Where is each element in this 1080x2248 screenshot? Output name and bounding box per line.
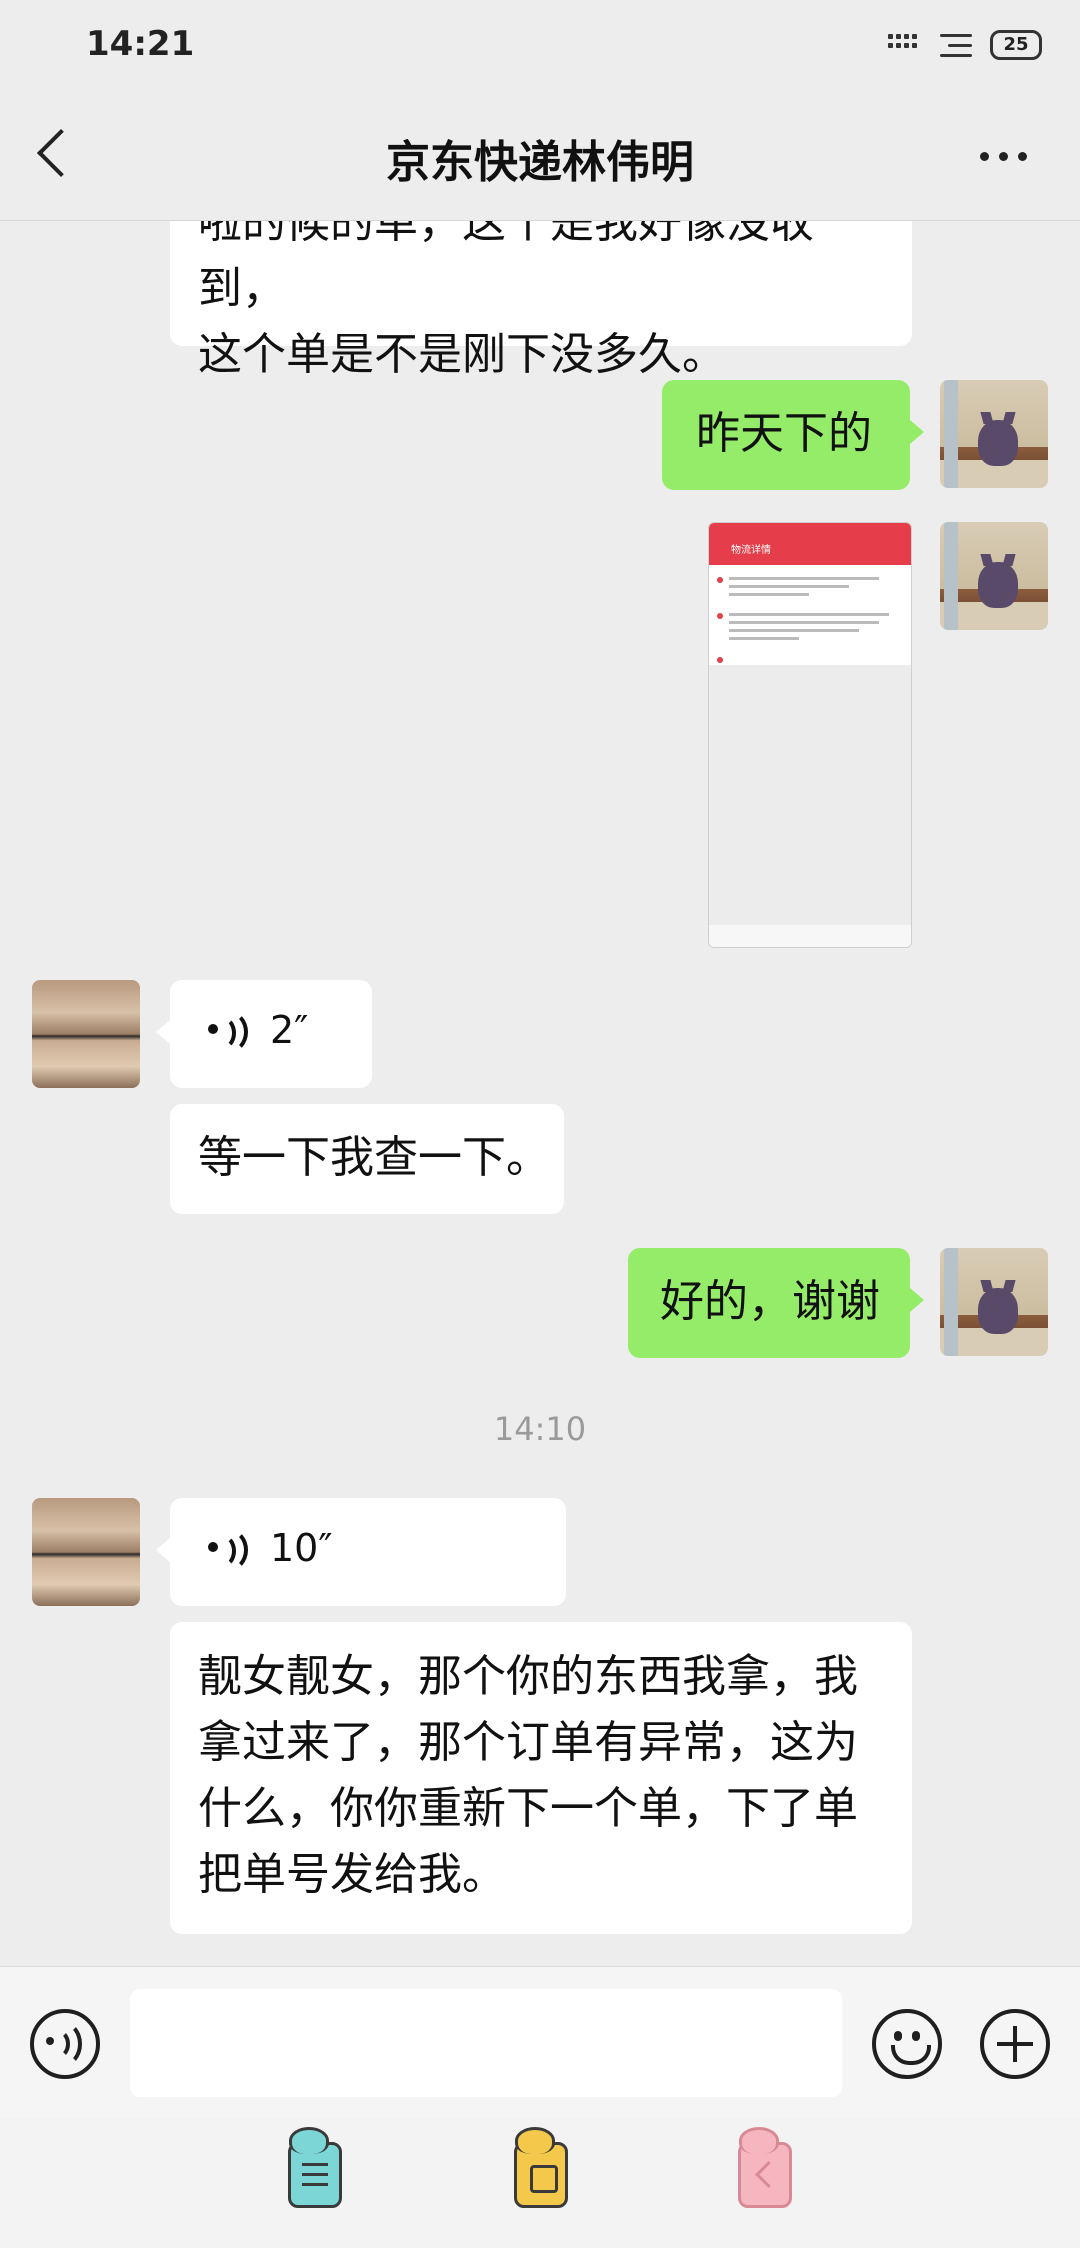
contact-avatar[interactable] [32, 980, 140, 1088]
message-bubble[interactable]: 啦的候的单，这个是我好像没收到， 这个单是不是刚下没多久。 [170, 220, 912, 380]
message-text-line: 把单号发给我。 [198, 1849, 506, 1900]
system-navigation-bar [0, 2118, 1080, 2248]
voice-duration: 10″ [270, 1526, 333, 1570]
voice-message-bubble[interactable]: 10″ [156, 1498, 566, 1606]
time-divider: 14:10 [493, 1410, 587, 1448]
image-message[interactable]: 物流详情 [708, 522, 912, 948]
chat-title: 京东快递林伟明 [386, 137, 694, 188]
system-back-button[interactable] [738, 2127, 792, 2208]
message-text-line: 拿过来了，那个订单有异常，这为 [198, 1717, 858, 1768]
signal-icon [888, 34, 924, 56]
message-bubble[interactable]: 靓女靓女，那个你的东西我拿，我 拿过来了，那个订单有异常，这为 什么，你你重新下… [170, 1622, 912, 1934]
voice-wave-icon [208, 1528, 248, 1572]
voice-input-toggle-button[interactable] [30, 2009, 100, 2079]
my-avatar[interactable] [940, 380, 1048, 488]
my-avatar[interactable] [940, 522, 1048, 630]
message-text: 昨天下的 [696, 408, 872, 459]
emoji-button[interactable] [872, 2009, 942, 2079]
message-text: 好的，谢谢 [660, 1276, 880, 1327]
home-button[interactable] [514, 2127, 568, 2208]
message-text-line: 啦的候的单，这个是我好像没收到， [198, 220, 814, 314]
message-bubble[interactable]: 等一下我查一下。 [170, 1104, 564, 1214]
message-text-line: 这个单是不是刚下没多久。 [198, 329, 726, 380]
status-time: 14:21 [86, 24, 195, 64]
voice-message-bubble[interactable]: 2″ [156, 980, 372, 1088]
more-options-button[interactable] [974, 148, 1034, 164]
image-caption: 物流详情 [731, 545, 771, 556]
input-bar [0, 1966, 1080, 2119]
message-bubble[interactable]: 好的，谢谢 [628, 1248, 924, 1358]
battery-icon: 25 [990, 30, 1042, 60]
voice-wave-icon [208, 1010, 248, 1054]
message-input[interactable] [130, 1989, 842, 2097]
chat-messages[interactable]: 啦的候的单，这个是我好像没收到， 这个单是不是刚下没多久。 昨天下的 物流详情 … [0, 220, 1080, 1966]
message-text: 等一下我查一下。 [198, 1132, 550, 1183]
message-text-line: 什么，你你重新下一个单，下了单 [198, 1783, 858, 1834]
contact-avatar[interactable] [32, 1498, 140, 1606]
chat-header: 京东快递林伟明 [0, 90, 1080, 221]
notification-icon [940, 34, 972, 58]
message-bubble[interactable]: 昨天下的 [662, 380, 924, 490]
message-text-line: 靓女靓女，那个你的东西我拿，我 [198, 1651, 858, 1702]
my-avatar[interactable] [940, 1248, 1048, 1356]
status-bar: 14:21 25 [0, 0, 1080, 90]
voice-duration: 2″ [270, 1008, 309, 1052]
more-features-button[interactable] [980, 2009, 1050, 2079]
recent-apps-button[interactable] [288, 2127, 342, 2208]
